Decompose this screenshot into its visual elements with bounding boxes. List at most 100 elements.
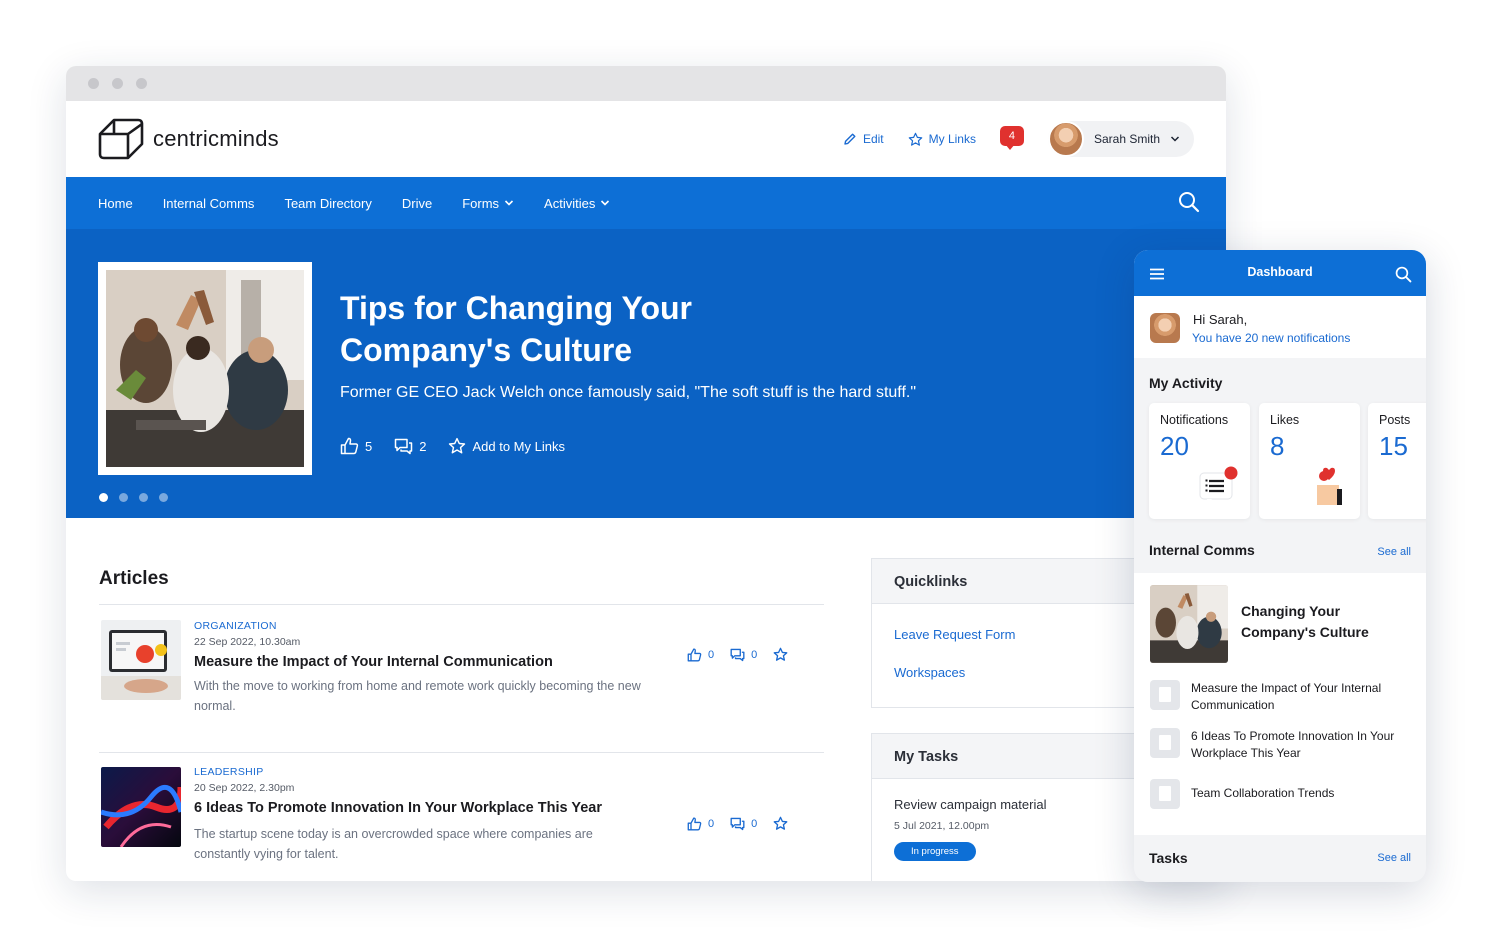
- star-icon: [773, 816, 788, 830]
- window-maximize-dot[interactable]: [136, 78, 147, 89]
- articles-heading: Articles: [99, 568, 169, 589]
- window-chrome: [66, 66, 1226, 101]
- nav-activities[interactable]: Activities: [544, 196, 610, 211]
- article-like-button[interactable]: 0: [687, 647, 714, 662]
- article-body: LEADERSHIP 20 Sep 2022, 2.30pm 6 Ideas T…: [194, 766, 644, 864]
- article-category[interactable]: LEADERSHIP: [194, 766, 644, 778]
- brand-logo[interactable]: centricminds: [98, 117, 279, 161]
- quicklink-workspaces[interactable]: Workspaces: [872, 665, 1170, 680]
- browser-window: centricminds Edit My Links 4 Sarah Smith: [66, 66, 1226, 881]
- notifications-link[interactable]: You have 20 new notifications: [1192, 331, 1350, 345]
- nav-internal-comms[interactable]: Internal Comms: [163, 196, 255, 211]
- star-icon: [773, 647, 788, 661]
- stat-label: Posts: [1379, 413, 1411, 427]
- chat-bubble-icon: [1199, 466, 1238, 505]
- article-actions: 0 0: [687, 816, 804, 831]
- hero-like-count: 5: [365, 438, 373, 454]
- document-icon: [1150, 779, 1180, 809]
- comms-item-title: Team Collaboration Trends: [1191, 786, 1335, 800]
- hero-image: [106, 270, 304, 467]
- edit-button[interactable]: Edit: [843, 132, 884, 146]
- thumbs-up-icon: [687, 647, 702, 661]
- chevron-down-icon: [504, 200, 514, 206]
- tasks-see-all-link[interactable]: See all: [1377, 852, 1411, 864]
- quicklinks-card: Quicklinks Leave Request Form Workspaces: [871, 558, 1171, 708]
- nav-team-directory[interactable]: Team Directory: [284, 196, 371, 211]
- my-links-button[interactable]: My Links: [908, 132, 976, 147]
- carousel-dot[interactable]: [119, 493, 128, 502]
- divider: [99, 752, 824, 753]
- my-tasks-heading: My Tasks: [872, 734, 1170, 779]
- stat-posts[interactable]: Posts 15: [1368, 403, 1426, 519]
- main-content: Articles ORGANIZATION 22 Sep 2022, 10.30…: [66, 518, 1226, 881]
- hero-add-to-links-button[interactable]: Add to My Links: [448, 437, 565, 455]
- hero-title[interactable]: Tips for Changing Your Company's Culture: [340, 287, 860, 371]
- my-activity-heading: My Activity: [1149, 375, 1223, 391]
- hero-comment-count: 2: [419, 438, 427, 454]
- article-title[interactable]: Measure the Impact of Your Internal Comm…: [194, 654, 644, 670]
- nav-drive[interactable]: Drive: [402, 196, 432, 211]
- hero-comment-button[interactable]: 2: [394, 438, 426, 455]
- hero-image-frame[interactable]: [98, 262, 312, 475]
- quicklink-leave-request[interactable]: Leave Request Form: [872, 627, 1170, 642]
- stat-likes[interactable]: Likes 8: [1259, 403, 1360, 519]
- quicklinks-heading: Quicklinks: [872, 559, 1170, 604]
- chevron-down-icon: [601, 200, 610, 206]
- search-icon[interactable]: [1178, 191, 1200, 213]
- article-comment-button[interactable]: 0: [730, 648, 757, 662]
- article-favorite-button[interactable]: [773, 816, 788, 831]
- comms-see-all-link[interactable]: See all: [1377, 546, 1411, 558]
- hero-add-label: Add to My Links: [472, 438, 565, 454]
- comms-list-item[interactable]: 6 Ideas To Promote Innovation In Your Wo…: [1150, 726, 1420, 760]
- article-favorite-button[interactable]: [773, 647, 788, 662]
- nav-forms-label: Forms: [462, 195, 500, 211]
- thumbs-up-icon: [340, 437, 359, 455]
- article-title[interactable]: 6 Ideas To Promote Innovation In Your Wo…: [194, 800, 644, 816]
- mobile-greeting: Hi Sarah, You have 20 new notifications: [1134, 296, 1426, 358]
- mobile-title: Dashboard: [1247, 265, 1313, 279]
- stat-notifications[interactable]: Notifications 20: [1149, 403, 1250, 519]
- stat-label: Likes: [1270, 413, 1300, 427]
- comment-icon: [394, 438, 413, 454]
- search-icon[interactable]: [1395, 266, 1412, 283]
- mobile-header: Dashboard: [1134, 250, 1426, 296]
- user-menu[interactable]: Sarah Smith: [1047, 121, 1194, 157]
- hero-like-button[interactable]: 5: [340, 437, 372, 455]
- carousel-dot[interactable]: [139, 493, 148, 502]
- featured-article-title[interactable]: Changing Your Company's Culture: [1241, 601, 1401, 643]
- nav-activities-label: Activities: [544, 195, 596, 211]
- comms-list-item[interactable]: Team Collaboration Trends: [1150, 777, 1420, 811]
- user-name: Sarah Smith: [1093, 132, 1160, 146]
- carousel-dot[interactable]: [159, 493, 168, 502]
- article-item[interactable]: ORGANIZATION 22 Sep 2022, 10.30am Measur…: [99, 620, 824, 738]
- carousel-dots: [99, 493, 168, 502]
- user-avatar: [1047, 121, 1084, 157]
- notifications-button[interactable]: 4: [999, 126, 1026, 152]
- hero-carousel: Tips for Changing Your Company's Culture…: [66, 229, 1226, 518]
- featured-article-image[interactable]: [1150, 585, 1228, 663]
- nav-home[interactable]: Home: [98, 196, 133, 211]
- window-close-dot[interactable]: [88, 78, 99, 89]
- stat-value: 8: [1270, 431, 1285, 461]
- stat-value: 20: [1160, 431, 1189, 461]
- article-comment-button[interactable]: 0: [730, 817, 757, 831]
- task-status-badge: In progress: [894, 842, 976, 861]
- logo-cube-icon: [98, 118, 144, 160]
- comms-item-title: Measure the Impact of Your Internal Comm…: [1191, 681, 1382, 712]
- article-like-button[interactable]: 0: [687, 816, 715, 831]
- task-title[interactable]: Review campaign material: [872, 797, 1170, 812]
- article-item[interactable]: LEADERSHIP 20 Sep 2022, 2.30pm 6 Ideas T…: [99, 766, 824, 881]
- mobile-dashboard: Dashboard Hi Sarah, You have 20 new noti…: [1134, 250, 1426, 882]
- task-date: 5 Jul 2021, 12.00pm: [894, 820, 990, 832]
- user-avatar: [1150, 313, 1180, 343]
- article-category[interactable]: ORGANIZATION: [194, 620, 644, 632]
- window-minimize-dot[interactable]: [112, 78, 123, 89]
- article-like-count: 0: [708, 817, 715, 830]
- thumbs-up-icon: [687, 816, 702, 830]
- article-comment-count: 0: [751, 817, 758, 830]
- comment-icon: [730, 648, 745, 661]
- comms-list-item[interactable]: Measure the Impact of Your Internal Comm…: [1150, 678, 1420, 712]
- article-body: ORGANIZATION 22 Sep 2022, 10.30am Measur…: [194, 620, 644, 716]
- nav-forms[interactable]: Forms: [462, 196, 514, 211]
- carousel-dot[interactable]: [99, 493, 108, 502]
